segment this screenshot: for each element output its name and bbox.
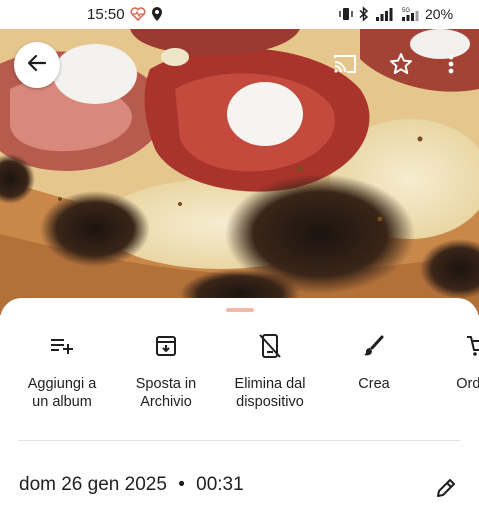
delete-from-device-icon [215, 332, 325, 360]
battery-percent: 20% [425, 6, 454, 22]
brush-icon [319, 332, 429, 360]
5g-signal-icon: 5G [400, 6, 420, 25]
create-label: Crea [358, 376, 390, 392]
back-button[interactable] [14, 42, 60, 88]
drag-handle[interactable] [226, 308, 254, 312]
order-button[interactable]: Ordina [423, 332, 479, 393]
bluetooth-icon [358, 6, 370, 25]
delete-from-device-button[interactable]: Elimina dal dispositivo [215, 332, 325, 411]
status-bar: 15:50 5G 20% [0, 0, 479, 29]
cast-icon[interactable] [332, 52, 358, 81]
delete-from-device-label: Elimina dal dispositivo [234, 376, 306, 410]
divider [18, 440, 460, 441]
vibrate-icon [338, 6, 354, 25]
datetime-separator: • [178, 474, 185, 495]
add-to-album-label: Aggiungi a un album [27, 376, 97, 410]
shopping-cart-icon [423, 332, 479, 360]
archive-label: Sposta in Archivio [135, 376, 197, 410]
more-vert-icon[interactable] [443, 52, 459, 81]
svg-text:5G: 5G [402, 8, 410, 14]
pencil-icon[interactable] [434, 476, 458, 505]
capture-time: 00:31 [196, 474, 244, 495]
location-icon [151, 6, 163, 25]
archive-icon [111, 332, 221, 360]
star-outline-icon[interactable] [389, 52, 413, 81]
playlist-add-icon [7, 332, 117, 360]
details-sheet: Aggiungi a un album Sposta in Archivio E… [0, 298, 479, 512]
capture-datetime: dom 26 gen 2025 • 00:31 [19, 474, 244, 496]
signal-icon [375, 6, 393, 25]
arrow-left-icon [26, 52, 48, 79]
create-button[interactable]: Crea [319, 332, 429, 393]
heart-rate-icon [130, 6, 146, 25]
capture-date: dom 26 gen 2025 [19, 474, 167, 495]
order-label: Ordina [456, 376, 479, 392]
status-time: 15:50 [87, 6, 125, 23]
archive-button[interactable]: Sposta in Archivio [111, 332, 221, 411]
add-to-album-button[interactable]: Aggiungi a un album [7, 332, 117, 411]
